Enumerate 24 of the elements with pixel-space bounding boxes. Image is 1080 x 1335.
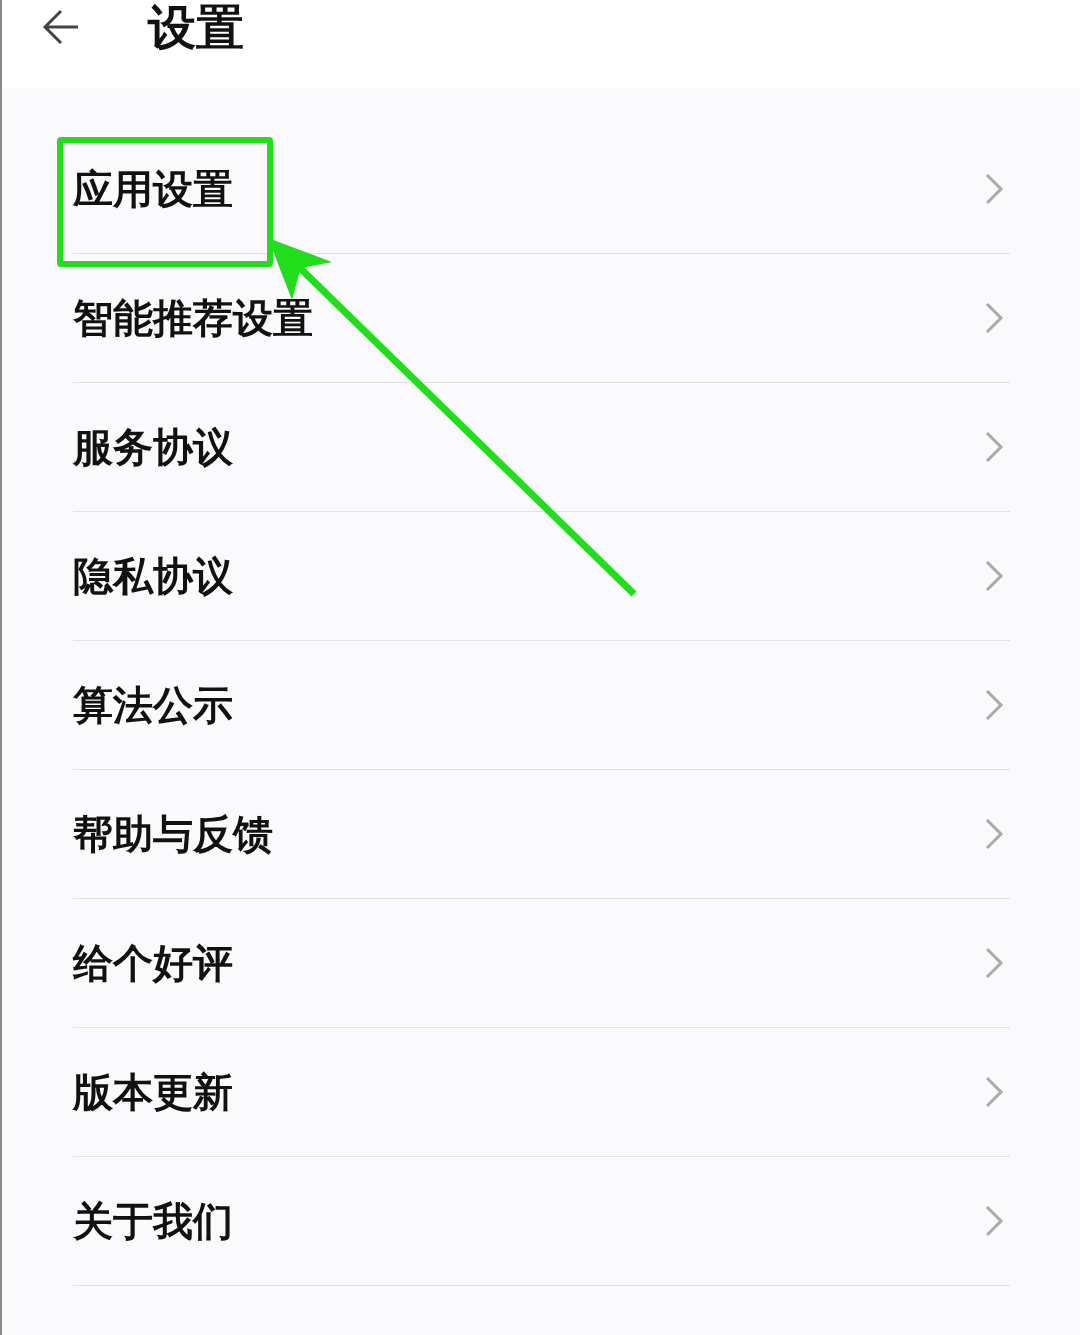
row-label: 算法公示	[73, 681, 233, 729]
chevron-icon	[984, 559, 1004, 593]
settings-row[interactable]: 算法公示	[73, 641, 1010, 770]
chevron-icon	[984, 688, 1004, 722]
settings-row[interactable]: 给个好评	[73, 899, 1010, 1028]
settings-row[interactable]: 版本更新	[73, 1028, 1010, 1157]
page-title: 设置	[148, 0, 244, 55]
row-label: 应用设置	[73, 165, 233, 213]
settings-row[interactable]: 关于我们	[73, 1157, 1010, 1286]
settings-row[interactable]: 帮助与反馈	[73, 770, 1010, 899]
chevron-icon	[984, 1204, 1004, 1238]
chevron-icon	[984, 946, 1004, 980]
row-label: 版本更新	[73, 1068, 233, 1116]
row-label: 隐私协议	[73, 552, 233, 600]
row-label: 给个好评	[73, 939, 233, 987]
chevron-icon	[984, 301, 1004, 335]
chevron-icon	[984, 430, 1004, 464]
row-label: 帮助与反馈	[73, 810, 273, 858]
chevron-icon	[984, 817, 1004, 851]
row-label: 关于我们	[73, 1197, 233, 1245]
chevron-icon	[984, 172, 1004, 206]
row-label: 智能推荐设置	[73, 294, 313, 342]
chevron-icon	[984, 1075, 1004, 1109]
row-label: 服务协议	[73, 423, 233, 471]
